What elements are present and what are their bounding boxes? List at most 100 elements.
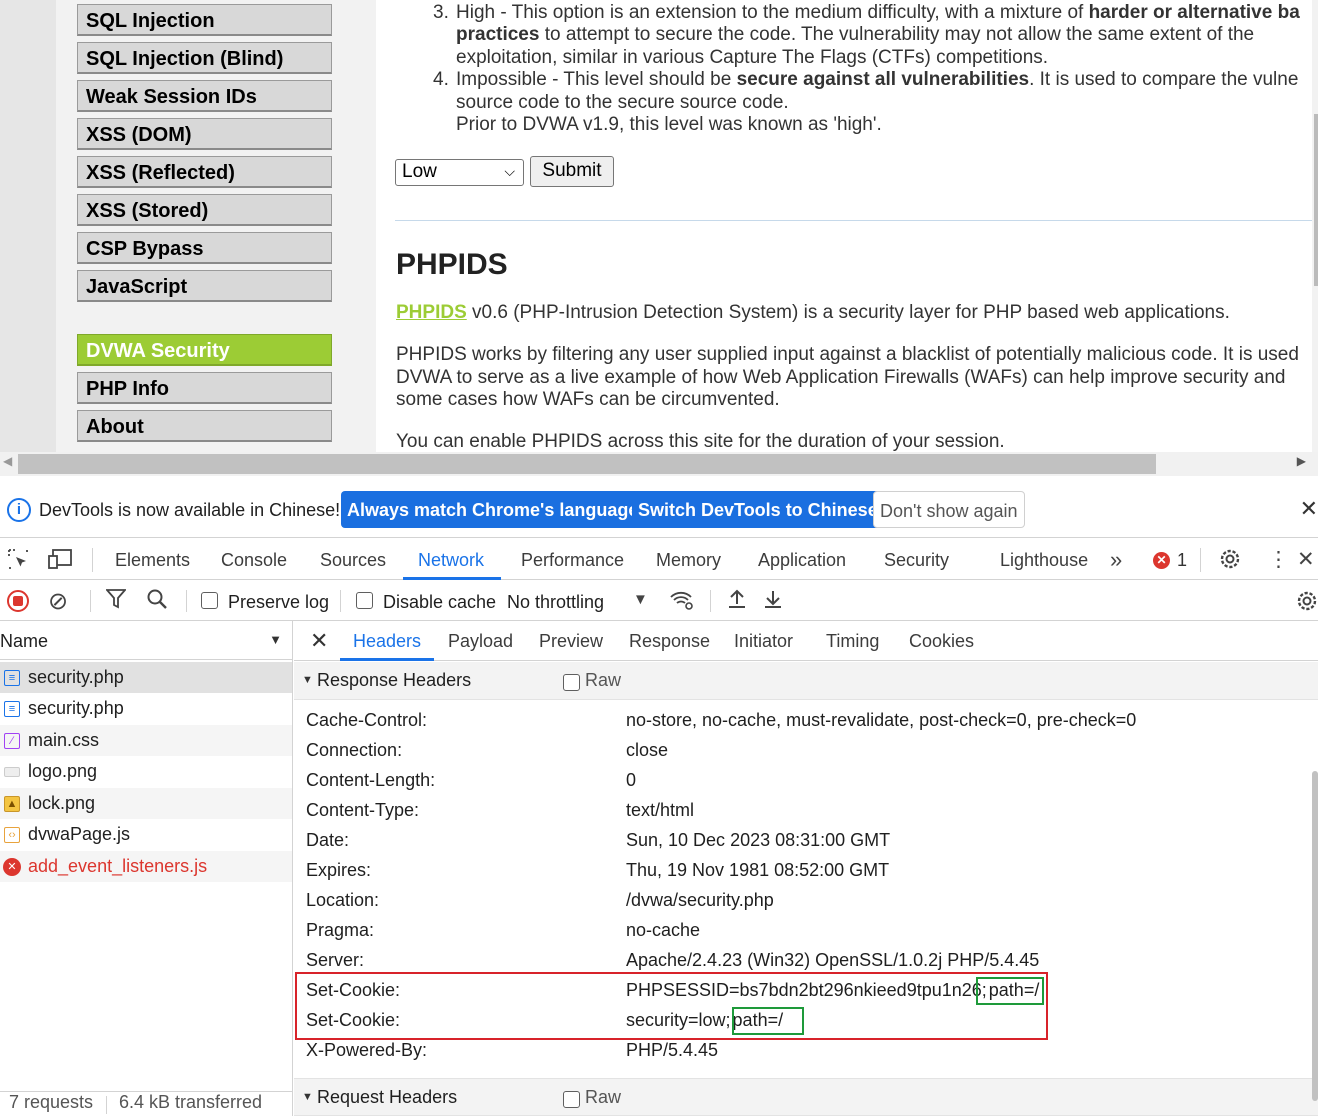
settings-gear-icon[interactable] [1218, 547, 1242, 577]
request-row[interactable]: ‹› dvwaPage.js [0, 819, 292, 850]
tab-cookies[interactable]: Cookies [909, 631, 974, 652]
tab-response[interactable]: Response [629, 631, 710, 652]
error-count[interactable]: 1 [1177, 550, 1187, 571]
menu-item-xss-stored[interactable]: XSS (Stored) [77, 194, 332, 226]
infobar-message: DevTools is now available in Chinese! [39, 500, 341, 520]
request-row[interactable]: ▲ lock.png [0, 788, 292, 819]
response-headers-title[interactable]: Response Headers [317, 670, 471, 691]
request-headers-title[interactable]: Request Headers [317, 1087, 457, 1108]
menu-item-dvwa-security[interactable]: DVWA Security [77, 334, 332, 366]
more-tabs-icon[interactable]: » [1110, 547, 1122, 573]
clear-icon[interactable]: ⊘ [48, 587, 68, 616]
menu-item-php-info[interactable]: PHP Info [77, 372, 332, 404]
tab-console[interactable]: Console [221, 550, 287, 571]
submit-button[interactable]: Submit [530, 156, 614, 187]
switch-to-chinese-button[interactable]: Switch DevTools to Chinese [632, 491, 884, 528]
device-toolbar-icon[interactable] [48, 548, 74, 576]
tab-elements[interactable]: Elements [115, 550, 190, 571]
request-list-header[interactable]: Name ▼ [0, 621, 293, 660]
active-tab-indicator [340, 658, 434, 661]
collapse-triangle-icon[interactable]: ▼ [302, 1091, 313, 1103]
throttling-dropdown-icon[interactable]: ▼ [633, 591, 648, 608]
collapse-triangle-icon[interactable]: ▼ [302, 674, 313, 686]
header-name: Content-Type: [306, 800, 420, 820]
detail-vertical-scrollbar[interactable] [1312, 771, 1318, 1101]
filter-icon[interactable] [105, 588, 127, 616]
disable-cache-label[interactable]: Disable cache [383, 592, 496, 613]
header-value: /dvwa/security.php [626, 890, 774, 910]
network-settings-gear-icon[interactable] [1295, 589, 1318, 619]
raw-label[interactable]: Raw [585, 1087, 621, 1108]
dont-show-again-button[interactable]: Don't show again [873, 491, 1025, 528]
request-row[interactable]: ≡ security.php [0, 662, 292, 693]
document-icon: ≡ [4, 670, 20, 686]
security-level-select[interactable]: Low ⌵ [395, 159, 524, 186]
network-conditions-icon[interactable] [669, 589, 695, 617]
menu-item-csp-bypass[interactable]: CSP Bypass [77, 232, 332, 264]
always-match-language-button[interactable]: Always match Chrome's language [341, 491, 645, 528]
raw-checkbox[interactable] [563, 1091, 580, 1108]
preserve-log-checkbox[interactable] [201, 592, 218, 609]
kebab-menu-icon[interactable]: ⋮ [1268, 547, 1289, 572]
header-row: Location: /dvwa/security.php [306, 890, 1306, 920]
request-row[interactable]: ≡ security.php [0, 693, 292, 724]
record-stop-icon[interactable] [7, 590, 29, 612]
request-row[interactable]: logo.png [0, 756, 292, 787]
close-devtools-icon[interactable]: ✕ [1297, 547, 1315, 572]
request-row[interactable]: ✕ add_event_listeners.js [0, 851, 292, 882]
tab-performance[interactable]: Performance [521, 550, 624, 571]
menu-item-xss-reflected[interactable]: XSS (Reflected) [77, 156, 332, 188]
preserve-log-label[interactable]: Preserve log [228, 592, 329, 613]
sort-descending-icon[interactable]: ▼ [269, 632, 282, 647]
tab-initiator[interactable]: Initiator [734, 631, 793, 652]
tab-sources[interactable]: Sources [320, 550, 386, 571]
error-icon[interactable]: ✕ [1153, 552, 1170, 569]
menu-item-javascript[interactable]: JavaScript [77, 270, 332, 302]
disable-cache-checkbox[interactable] [356, 592, 373, 609]
tab-headers[interactable]: Headers [353, 631, 421, 652]
menu-item-xss-dom[interactable]: XSS (DOM) [77, 118, 332, 150]
request-headers-section[interactable]: ▼ Request Headers Raw [294, 1078, 1318, 1116]
search-icon[interactable] [146, 588, 168, 616]
raw-label[interactable]: Raw [585, 670, 621, 691]
raw-checkbox[interactable] [563, 674, 580, 691]
menu-item-sql-injection-blind[interactable]: SQL Injection (Blind) [77, 42, 332, 74]
header-name: Cache-Control: [306, 710, 428, 730]
menu-item-weak-session-ids[interactable]: Weak Session IDs [77, 80, 332, 112]
header-value: Sun, 10 Dec 2023 08:31:00 GMT [626, 830, 891, 850]
tab-lighthouse[interactable]: Lighthouse [1000, 550, 1088, 571]
phpids-paragraph-2-line-2: DVWA to serve as a live example of how W… [396, 367, 1286, 388]
phpids-paragraph-1: PHPIDS v0.6 (PHP-Intrusion Detection Sys… [396, 302, 1230, 323]
header-row: Content-Type: text/html [306, 800, 1306, 830]
request-row[interactable]: ∕ main.css [0, 725, 292, 756]
tab-memory[interactable]: Memory [656, 550, 721, 571]
error-icon: ✕ [3, 858, 21, 876]
header-value: Thu, 19 Nov 1981 08:52:00 GMT [626, 860, 890, 880]
scroll-left-icon[interactable]: ◀ [3, 454, 12, 468]
tab-preview[interactable]: Preview [539, 631, 603, 652]
tab-timing[interactable]: Timing [826, 631, 879, 652]
scroll-right-icon[interactable]: ▶ [1297, 454, 1306, 468]
scrollbar-thumb[interactable] [18, 454, 1156, 474]
page-horizontal-scrollbar[interactable]: ◀ ▶ [0, 452, 1318, 476]
network-status-bar: 7 requests 6.4 kB transferred [0, 1091, 292, 1116]
list-number-3: 3. [433, 2, 449, 23]
response-headers-section[interactable]: ▼ Response Headers Raw [294, 662, 1318, 700]
throttling-select[interactable]: No throttling [507, 592, 604, 613]
menu-item-sql-injection[interactable]: SQL Injection [77, 4, 332, 36]
export-har-icon[interactable] [762, 588, 784, 616]
menu-item-about[interactable]: About [77, 410, 332, 442]
close-icon[interactable]: ✕ [1300, 496, 1318, 522]
page-vertical-scrollbar[interactable] [1312, 0, 1318, 452]
level-high-line-2: practices to attempt to secure the code.… [456, 24, 1255, 45]
import-har-icon[interactable] [726, 588, 748, 616]
phpids-link[interactable]: PHPIDS [396, 302, 467, 323]
close-icon[interactable]: ✕ [310, 628, 328, 654]
tab-application[interactable]: Application [758, 550, 846, 571]
tab-payload[interactable]: Payload [448, 631, 513, 652]
tab-network[interactable]: Network [418, 550, 484, 571]
request-name: security.php [28, 698, 124, 718]
tab-security[interactable]: Security [884, 550, 949, 571]
inspect-element-icon[interactable] [7, 548, 29, 576]
name-column-header[interactable]: Name [0, 631, 48, 652]
